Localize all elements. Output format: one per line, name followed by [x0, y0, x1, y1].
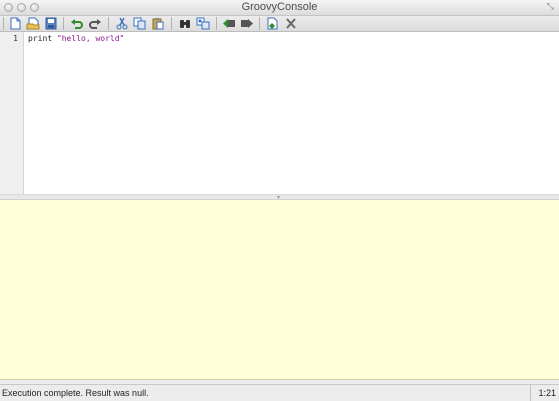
line-number-gutter: 1: [0, 32, 24, 194]
status-message: Execution complete. Result was null.: [2, 388, 149, 398]
window-title: GroovyConsole: [241, 1, 318, 13]
title-bar: GroovyConsole ⤡: [0, 0, 559, 16]
code-string-literal: "hello, world": [56, 34, 125, 43]
code-line[interactable]: print "hello, world": [28, 34, 124, 43]
history-back-icon[interactable]: [222, 17, 236, 30]
paste-icon[interactable]: [151, 17, 165, 30]
redo-icon[interactable]: [88, 17, 102, 30]
binoculars-icon[interactable]: [178, 17, 192, 30]
caret-position: 1:21: [538, 388, 556, 398]
status-bar: Execution complete. Result was null. 1:2…: [0, 384, 559, 401]
script-editor[interactable]: 1 print "hello, world": [0, 32, 559, 194]
open-folder-icon[interactable]: [26, 17, 40, 30]
line-number: 1: [13, 34, 18, 43]
cut-icon[interactable]: [115, 17, 129, 30]
undo-icon[interactable]: [70, 17, 84, 30]
toolbar-separator: [3, 17, 4, 30]
toolbar: [0, 16, 559, 32]
code-keyword: print: [28, 34, 53, 43]
interrupt-icon[interactable]: [284, 17, 298, 30]
toolbar-separator: [259, 17, 260, 30]
new-document-icon[interactable]: [8, 17, 22, 30]
toolbar-separator: [171, 17, 172, 30]
run-icon[interactable]: [265, 17, 279, 30]
status-divider: [530, 385, 531, 401]
copy-icon[interactable]: [133, 17, 147, 30]
toolbar-separator: [108, 17, 109, 30]
toolbar-separator: [216, 17, 217, 30]
replace-icon[interactable]: [196, 17, 210, 30]
save-icon[interactable]: [44, 17, 58, 30]
resize-icon[interactable]: ⤡: [547, 1, 554, 12]
history-forward-icon[interactable]: [240, 17, 254, 30]
output-pane[interactable]: [0, 200, 559, 380]
toolbar-separator: [63, 17, 64, 30]
